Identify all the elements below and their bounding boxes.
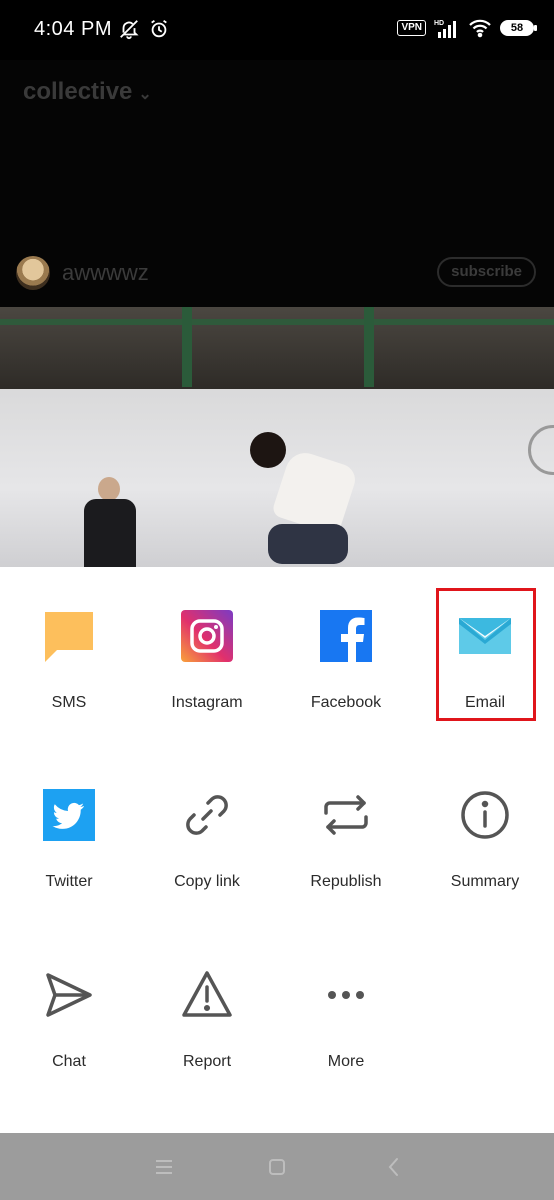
avatar[interactable] [16,256,50,290]
subscribe-button[interactable]: subscribe [437,257,536,287]
share-report-label: Report [182,1053,232,1070]
share-instagram-label: Instagram [171,694,243,711]
battery-indicator: 58 [500,20,537,36]
republish-icon [324,795,368,835]
instagram-icon [181,610,233,662]
info-icon [461,791,509,839]
video-frame[interactable] [0,307,554,567]
share-facebook-label: Facebook [310,694,382,711]
video-beam [364,307,374,387]
share-twitter-label: Twitter [45,873,93,890]
mute-bell-icon [120,20,139,40]
share-more[interactable]: More [277,969,415,1119]
back-icon[interactable] [382,1155,406,1179]
video-ring [528,425,554,475]
blog-name: collective [23,78,133,105]
share-republish-label: Republish [310,873,382,890]
share-twitter[interactable]: Twitter [0,789,138,939]
status-bar: 4:04 PM VPN HD 58 [0,0,554,60]
author-name[interactable]: awwwwz [62,260,149,286]
menu-icon[interactable] [152,1155,176,1179]
status-left-icons [118,18,170,40]
nav-bar [0,1133,554,1200]
send-icon [46,973,92,1017]
video-beam [0,319,554,325]
sms-icon [45,612,93,662]
alarm-icon [151,19,167,38]
share-facebook[interactable]: Facebook [277,610,415,760]
share-summary-label: Summary [450,873,520,890]
home-icon[interactable] [265,1155,289,1179]
link-icon [186,795,228,835]
vpn-badge: VPN [397,20,426,36]
share-summary[interactable]: Summary [416,789,554,939]
facebook-icon [320,610,372,662]
share-report[interactable]: Report [138,969,276,1119]
wifi-icon [469,19,491,38]
post-view: collective ⌄ awwwwz subscribe [0,60,554,567]
share-copy-link[interactable]: Copy link [138,789,276,939]
share-copy-link-label: Copy link [174,873,240,890]
share-instagram[interactable]: Instagram [138,610,276,760]
share-republish[interactable]: Republish [277,789,415,939]
share-sms-label: SMS [51,694,87,711]
blog-title[interactable]: collective ⌄ [23,78,152,106]
warning-icon [182,971,232,1017]
svg-text:HD: HD [434,20,444,27]
share-more-label: More [327,1053,365,1070]
author-row[interactable]: awwwwz [16,256,149,290]
status-right-icons: VPN HD 58 [397,18,537,38]
status-time: 4:04 PM [34,18,112,40]
share-sms[interactable]: SMS [0,610,138,760]
chevron-down-icon: ⌄ [138,86,152,103]
video-person [240,432,360,567]
more-dots-icon [328,991,364,999]
video-person [78,477,140,567]
signal-icon: HD [434,20,456,38]
video-beam [182,307,192,387]
twitter-icon [43,789,95,841]
email-highlight [436,588,536,721]
share-chat[interactable]: Chat [0,969,138,1119]
share-chat-label: Chat [52,1053,86,1070]
